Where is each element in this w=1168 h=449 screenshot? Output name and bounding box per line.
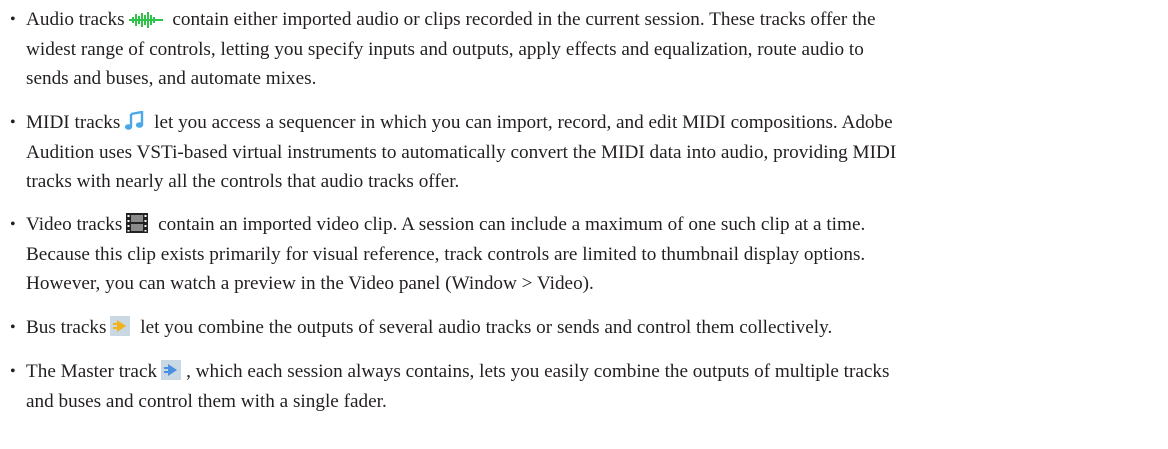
bullet: • xyxy=(10,11,16,28)
list-item-text: The Master track , which each session al… xyxy=(26,357,1164,416)
video-track-film-icon xyxy=(126,213,149,233)
video-tracks-term: Video tracks xyxy=(26,214,123,235)
text-line: MIDI tracks let you access a sequencer i… xyxy=(26,111,893,133)
text-line: Bus tracks let you combine the outputs o… xyxy=(26,316,833,338)
master-track-term: The Master track xyxy=(26,361,158,382)
midi-tracks-term: MIDI tracks xyxy=(26,112,121,133)
bus-track-icon xyxy=(110,316,131,336)
text-line: The Master track , which each session al… xyxy=(26,360,890,382)
text-line: Video tracks contain an imported video c… xyxy=(26,213,866,235)
text-line: tracks with nearly all the controls that… xyxy=(26,171,460,192)
text-line: Because this clip exists primarily for v… xyxy=(26,243,866,265)
text-line: Audio tracks contain either imported aud… xyxy=(26,9,876,30)
list-item-text: Audio tracks contain either imported aud… xyxy=(26,5,1164,94)
audio-tracks-term: Audio tracks xyxy=(26,9,125,30)
master-track-icon xyxy=(161,360,182,380)
list-item-text: Video tracks contain an imported video c… xyxy=(26,210,1164,299)
document-page: • Audio tracks contain either imported a… xyxy=(0,0,1168,449)
list-item-text: MIDI tracks let you access a sequencer i… xyxy=(26,108,1164,197)
midi-track-note-icon xyxy=(124,111,144,131)
bullet: • xyxy=(10,363,16,380)
audio-track-waveform-icon xyxy=(128,12,163,28)
text-line: and buses and control them with a single… xyxy=(26,390,387,412)
text-line: sends and buses, and automate mixes. xyxy=(26,68,317,89)
text-line: However, you can watch a preview in the … xyxy=(26,273,594,294)
bullet: • xyxy=(10,114,16,131)
text-line: widest range of controls, letting you sp… xyxy=(26,38,864,60)
bus-tracks-term: Bus tracks xyxy=(26,317,107,338)
list-item-text: Bus tracks let you combine the outputs o… xyxy=(26,313,1164,343)
bullet: • xyxy=(10,319,16,336)
bullet: • xyxy=(10,216,16,233)
text-line: Audition uses VSTi-based virtual instrum… xyxy=(26,141,897,163)
